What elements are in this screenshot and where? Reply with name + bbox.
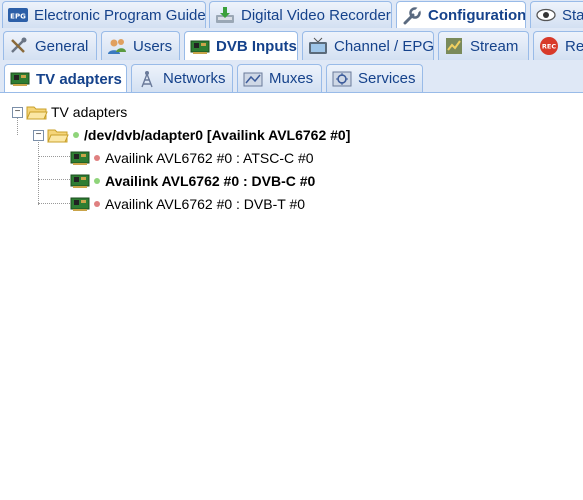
collapse-toggle-icon[interactable]: − (33, 129, 44, 141)
tab-services[interactable]: Services (326, 64, 423, 92)
tv-icon (308, 37, 328, 55)
tab-label: General (35, 37, 89, 55)
tree-line (38, 142, 39, 205)
tree-node-label: Availink AVL6762 #0 : DVB-T #0 (105, 196, 306, 212)
eye-icon (536, 6, 556, 24)
dvr-download-icon (215, 6, 235, 24)
rec-icon: REC (539, 37, 559, 55)
tree-line (38, 156, 70, 157)
adapter-tree: − TV adapters − /dev/dvb/adapter0 [Avail… (0, 93, 583, 500)
tree-node-frontend[interactable]: Availink AVL6762 #0 : DVB-T #0 (70, 193, 305, 215)
tree-node-label: TV adapters (51, 104, 128, 120)
tab-dvb-inputs[interactable]: DVB Inputs (184, 31, 298, 60)
tab-recording[interactable]: REC Rec (533, 31, 583, 60)
tree-node-root[interactable]: − TV adapters (12, 101, 127, 123)
tab-label: Channel / EPG (334, 37, 434, 55)
status-off-dot (94, 201, 100, 207)
tab-label: Services (358, 70, 416, 87)
tab-users[interactable]: Users (101, 31, 180, 60)
tab-label: Configuration (428, 7, 526, 24)
tree-node-adapter[interactable]: − /dev/dvb/adapter0 [Availink AVL6762 #0… (33, 124, 350, 146)
collapse-toggle-icon[interactable]: − (12, 106, 23, 118)
stream-icon (444, 37, 464, 55)
tab-label: Rec (565, 37, 583, 55)
tab-label: Electronic Program Guide (34, 6, 206, 24)
tab-label: Stream (470, 37, 519, 55)
tab-label: Users (133, 37, 173, 55)
tree-node-frontend[interactable]: Availink AVL6762 #0 : DVB-C #0 (70, 170, 315, 192)
tab-electronic-program-guide[interactable]: EPG Electronic Program Guide (2, 1, 206, 28)
antenna-icon (137, 70, 157, 88)
tuner-card-icon (70, 174, 90, 188)
tree-line (38, 179, 70, 180)
services-icon (332, 70, 352, 88)
users-icon (107, 37, 127, 55)
tuner-card-icon (70, 197, 90, 211)
dvb-tab-bar: TV adapters Networks Muxes Services (0, 60, 583, 93)
tree-line (38, 203, 70, 204)
muxes-icon (243, 70, 263, 88)
tuner-card-icon (70, 151, 90, 165)
tab-label: DVB Inputs (216, 38, 297, 55)
tab-label: Digital Video Recorder (241, 6, 391, 24)
config-tab-bar: General Users DVB Inputs Channel / EPG S… (0, 28, 583, 61)
status-off-dot (94, 155, 100, 161)
svg-text:REC: REC (542, 43, 556, 51)
adapter-card-icon (10, 70, 30, 88)
tab-channel-epg[interactable]: Channel / EPG (302, 31, 434, 60)
svg-text:EPG: EPG (10, 13, 26, 21)
tab-label: Muxes (269, 70, 314, 87)
status-ok-dot (73, 132, 79, 138)
tab-label: TV adapters (36, 70, 122, 88)
tools-icon (9, 37, 29, 55)
tree-node-label: /dev/dvb/adapter0 [Availink AVL6762 #0] (84, 127, 351, 143)
tab-configuration[interactable]: Configuration (396, 1, 526, 28)
tree-node-frontend[interactable]: Availink AVL6762 #0 : ATSC-C #0 (70, 147, 314, 169)
tab-networks[interactable]: Networks (131, 64, 233, 92)
tab-status[interactable]: Sta (530, 1, 583, 28)
tab-muxes[interactable]: Muxes (237, 64, 322, 92)
status-ok-dot (94, 178, 100, 184)
folder-open-icon (47, 129, 69, 142)
tab-digital-video-recorder[interactable]: Digital Video Recorder (209, 1, 392, 28)
main-tab-bar: EPG Electronic Program Guide Digital Vid… (0, 0, 583, 29)
tree-node-label: Availink AVL6762 #0 : ATSC-C #0 (105, 150, 314, 166)
tab-label: Networks (163, 70, 226, 87)
tab-general[interactable]: General (3, 31, 97, 60)
tab-tv-adapters[interactable]: TV adapters (4, 64, 127, 92)
tree-node-label: Availink AVL6762 #0 : DVB-C #0 (105, 173, 316, 189)
epg-icon: EPG (8, 6, 28, 24)
tab-label: Sta (562, 6, 583, 24)
folder-open-icon (26, 106, 48, 119)
wrench-icon (402, 6, 422, 25)
tab-stream[interactable]: Stream (438, 31, 529, 60)
dvb-card-icon (190, 38, 210, 56)
